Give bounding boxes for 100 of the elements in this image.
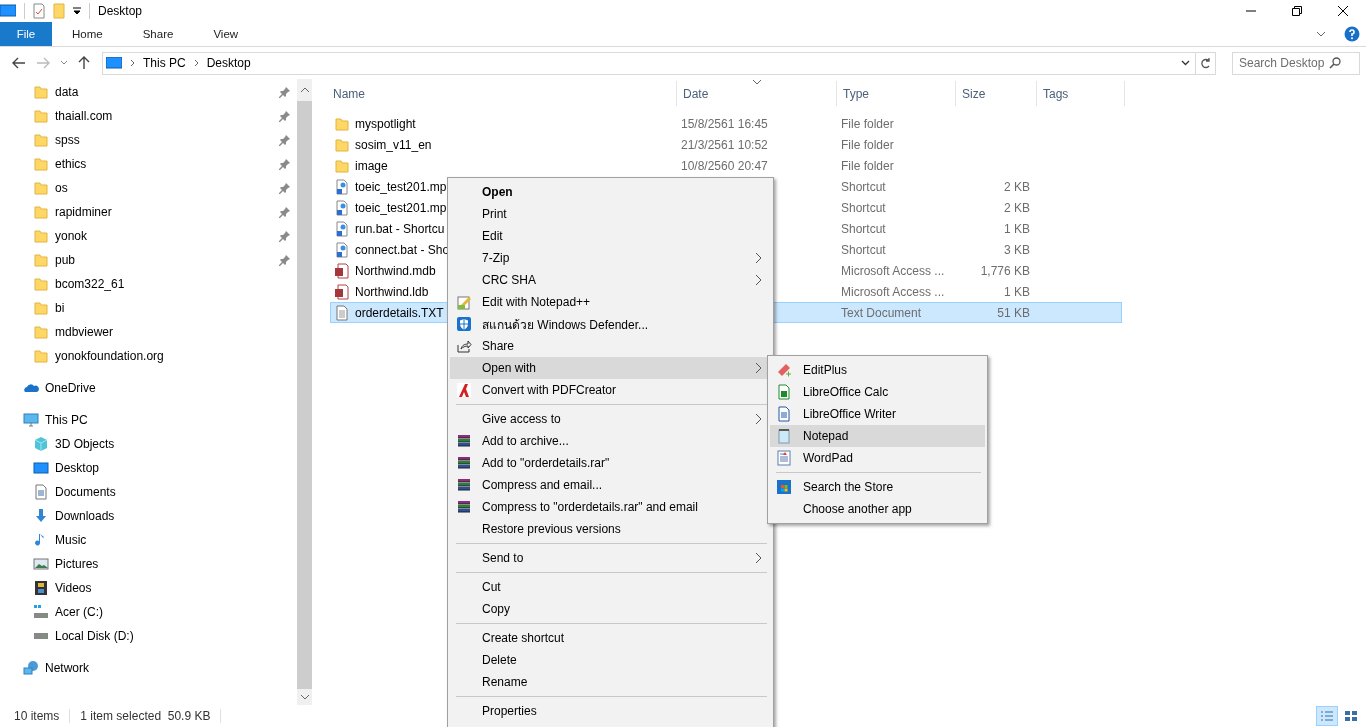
ribbon-tab[interactable]: Share: [126, 22, 190, 46]
nav-item[interactable]: Documents: [0, 480, 297, 504]
nav-item[interactable]: Music: [0, 528, 297, 552]
search-field[interactable]: Search Desktop: [1232, 51, 1360, 75]
wordpad-icon: [776, 450, 792, 466]
menu-item[interactable]: Open: [450, 181, 771, 203]
file-name[interactable]: run.bat - Shortcu: [355, 221, 445, 236]
cube-icon: [33, 436, 49, 452]
menu-item[interactable]: Compress and email...: [450, 474, 771, 496]
menu-item[interactable]: Share: [450, 335, 771, 357]
breadcrumb[interactable]: This PC: [143, 56, 186, 70]
nav-item[interactable]: 3D Objects: [0, 432, 297, 456]
file-name[interactable]: image: [355, 158, 388, 173]
help-icon[interactable]: [1344, 26, 1360, 42]
shortcut-icon: [334, 241, 350, 258]
nav-item[interactable]: rapidminer: [0, 200, 297, 224]
desktop-icon: [33, 460, 49, 476]
nav-item[interactable]: Desktop: [0, 456, 297, 480]
scrollbar[interactable]: [297, 79, 312, 705]
nav-item[interactable]: Local Disk (D:): [0, 624, 297, 648]
nav-item[interactable]: Downloads: [0, 504, 297, 528]
menu-item[interactable]: Print: [450, 203, 771, 225]
nav-item[interactable]: bcom322_61: [0, 272, 297, 296]
table-cell: Shortcut: [841, 242, 886, 257]
file-name[interactable]: sosim_v11_en: [355, 137, 432, 152]
menu-item[interactable]: Choose another app: [770, 498, 985, 520]
file-name[interactable]: Northwind.mdb: [355, 263, 436, 278]
nav-item[interactable]: yonokfoundation.org: [0, 344, 297, 368]
menu-item[interactable]: LibreOffice Calc: [770, 381, 985, 403]
nav-item[interactable]: spss: [0, 128, 297, 152]
file-name[interactable]: orderdetails.TXT: [355, 305, 444, 320]
menu-item[interactable]: Create shortcut: [450, 627, 771, 649]
menu-item[interactable]: Restore previous versions: [450, 518, 771, 540]
menu-item[interactable]: Give access to: [450, 408, 771, 430]
menu-item[interactable]: Properties: [450, 700, 771, 722]
ribbon-tab[interactable]: Home: [56, 22, 119, 46]
table-cell: 2 KB: [1004, 200, 1030, 215]
menu-item[interactable]: Add to "orderdetails.rar": [450, 452, 771, 474]
nav-item[interactable]: Pictures: [0, 552, 297, 576]
menu-item[interactable]: CRC SHA: [450, 269, 771, 291]
column-header[interactable]: Date: [677, 81, 837, 106]
folder-icon: [33, 300, 49, 316]
up-button[interactable]: [76, 56, 92, 70]
menu-item[interactable]: Edit: [450, 225, 771, 247]
item-count: 10 items: [14, 709, 60, 723]
menu-item[interactable]: Compress to "orderdetails.rar" and email: [450, 496, 771, 518]
menu-item[interactable]: Edit with Notepad++: [450, 291, 771, 313]
nav-item[interactable]: os: [0, 176, 297, 200]
column-header[interactable]: Name: [327, 81, 677, 106]
menu-item[interactable]: Send to: [450, 547, 771, 569]
properties-icon[interactable]: [33, 3, 45, 19]
column-header[interactable]: Type: [837, 81, 956, 106]
table-cell: 1,776 KB: [980, 263, 1030, 278]
file-name[interactable]: toeic_test201.mp: [355, 200, 447, 215]
nav-item[interactable]: ethics: [0, 152, 297, 176]
nav-item[interactable]: thaiall.com: [0, 104, 297, 128]
nav-item[interactable]: Acer (C:): [0, 600, 297, 624]
dropdown-icon[interactable]: [73, 7, 81, 15]
nav-item[interactable]: data: [0, 80, 297, 104]
file-name[interactable]: toeic_test201.mp: [355, 179, 447, 194]
menu-item[interactable]: WordPad: [770, 447, 985, 469]
nav-item[interactable]: mdbviewer: [0, 320, 297, 344]
dropdown-icon[interactable]: [1181, 60, 1190, 66]
pin-icon: [279, 182, 291, 194]
folder-icon: [334, 136, 350, 153]
nav-item[interactable]: bi: [0, 296, 297, 320]
menu-item[interactable]: สแกนด้วย Windows Defender...: [450, 313, 771, 335]
database-icon: [334, 283, 350, 300]
ribbon-tab[interactable]: View: [197, 22, 255, 46]
menu-item[interactable]: Delete: [450, 649, 771, 671]
back-button[interactable]: [10, 57, 28, 69]
nav-item[interactable]: yonok: [0, 224, 297, 248]
tiles-view-icon: [1344, 710, 1358, 722]
recent-locations-button[interactable]: [58, 60, 70, 66]
menu-item[interactable]: Notepad: [770, 425, 985, 447]
address-bar[interactable]: This PC Desktop: [102, 51, 1216, 75]
menu-item[interactable]: Convert with PDFCreator: [450, 379, 771, 401]
column-header[interactable]: Size: [956, 81, 1037, 106]
menu-item[interactable]: Rename: [450, 671, 771, 693]
breadcrumb[interactable]: Desktop: [206, 56, 251, 70]
menu-item[interactable]: Copy: [450, 598, 771, 620]
store-bag-icon: [776, 479, 792, 495]
pin-icon: [279, 110, 291, 122]
sort-caret-icon: [752, 79, 762, 85]
nav-item[interactable]: OneDrive: [0, 376, 297, 400]
nav-item[interactable]: pub: [0, 248, 297, 272]
menu-item[interactable]: Add to archive...: [450, 430, 771, 452]
menu-item[interactable]: Search the Store: [770, 476, 985, 498]
file-name[interactable]: myspotlight: [355, 116, 416, 131]
nav-item[interactable]: Videos: [0, 576, 297, 600]
menu-item[interactable]: 7-Zip: [450, 247, 771, 269]
menu-item[interactable]: Cut: [450, 576, 771, 598]
menu-item[interactable]: EditPlus: [770, 359, 985, 381]
ribbon-tab[interactable]: File: [0, 22, 52, 46]
nav-item[interactable]: This PC: [0, 408, 297, 432]
menu-item[interactable]: LibreOffice Writer: [770, 403, 985, 425]
file-name[interactable]: Northwind.ldb: [355, 284, 429, 299]
column-header[interactable]: Tags: [1037, 81, 1125, 106]
scroll-up-icon: [299, 87, 310, 93]
nav-item[interactable]: Network: [0, 656, 297, 680]
